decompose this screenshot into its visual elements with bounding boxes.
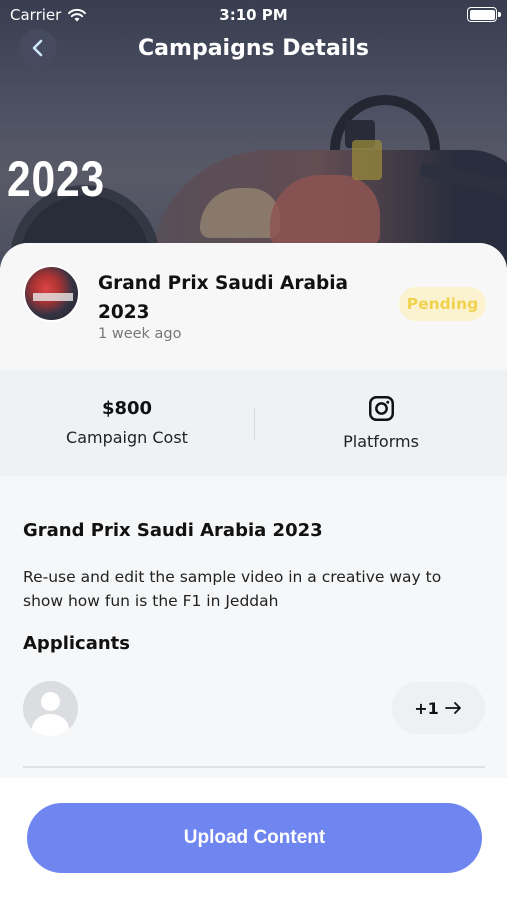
- status-badge: Pending: [399, 287, 486, 321]
- upload-content-button[interactable]: Upload Content: [27, 803, 482, 873]
- description-title: Grand Prix Saudi Arabia 2023: [23, 520, 323, 541]
- user-silhouette-icon: [41, 692, 60, 711]
- campaign-posted-time: 1 week ago: [98, 326, 182, 342]
- status-bar: Carrier 3:10 PM: [0, 0, 507, 30]
- arrow-right-icon: [444, 702, 461, 714]
- campaign-card: Grand Prix Saudi Arabia 2023 1 week ago …: [0, 243, 507, 783]
- platforms-stat: Platforms: [255, 370, 507, 476]
- campaign-cost-stat: $800 Campaign Cost: [0, 370, 254, 476]
- description-text: Re-use and edit the sample video in a cr…: [23, 568, 442, 610]
- battery-icon: [467, 7, 501, 22]
- campaign-stats: $800 Campaign Cost Platforms: [0, 370, 507, 476]
- more-applicants-button[interactable]: +1: [392, 682, 485, 734]
- campaign-cost-value: $800: [101, 398, 153, 419]
- status-time: 3:10 PM: [219, 6, 288, 24]
- instagram-icon: [369, 396, 394, 421]
- hero-year-text: 2023: [7, 151, 105, 207]
- campaign-cost-label: Campaign Cost: [66, 428, 188, 447]
- platforms-label: Platforms: [343, 432, 419, 451]
- page-title: Campaigns Details: [138, 36, 369, 61]
- bottom-action-bar: Upload Content: [0, 778, 507, 900]
- campaign-header: Grand Prix Saudi Arabia 2023 1 week ago …: [0, 243, 507, 370]
- campaign-thumbnail: [23, 265, 80, 322]
- campaign-title: Grand Prix Saudi Arabia 2023: [98, 273, 349, 323]
- applicants-title: Applicants: [23, 633, 130, 654]
- section-divider: [23, 766, 485, 768]
- more-applicants-count: +1: [414, 698, 439, 718]
- applicant-avatar[interactable]: [23, 681, 78, 736]
